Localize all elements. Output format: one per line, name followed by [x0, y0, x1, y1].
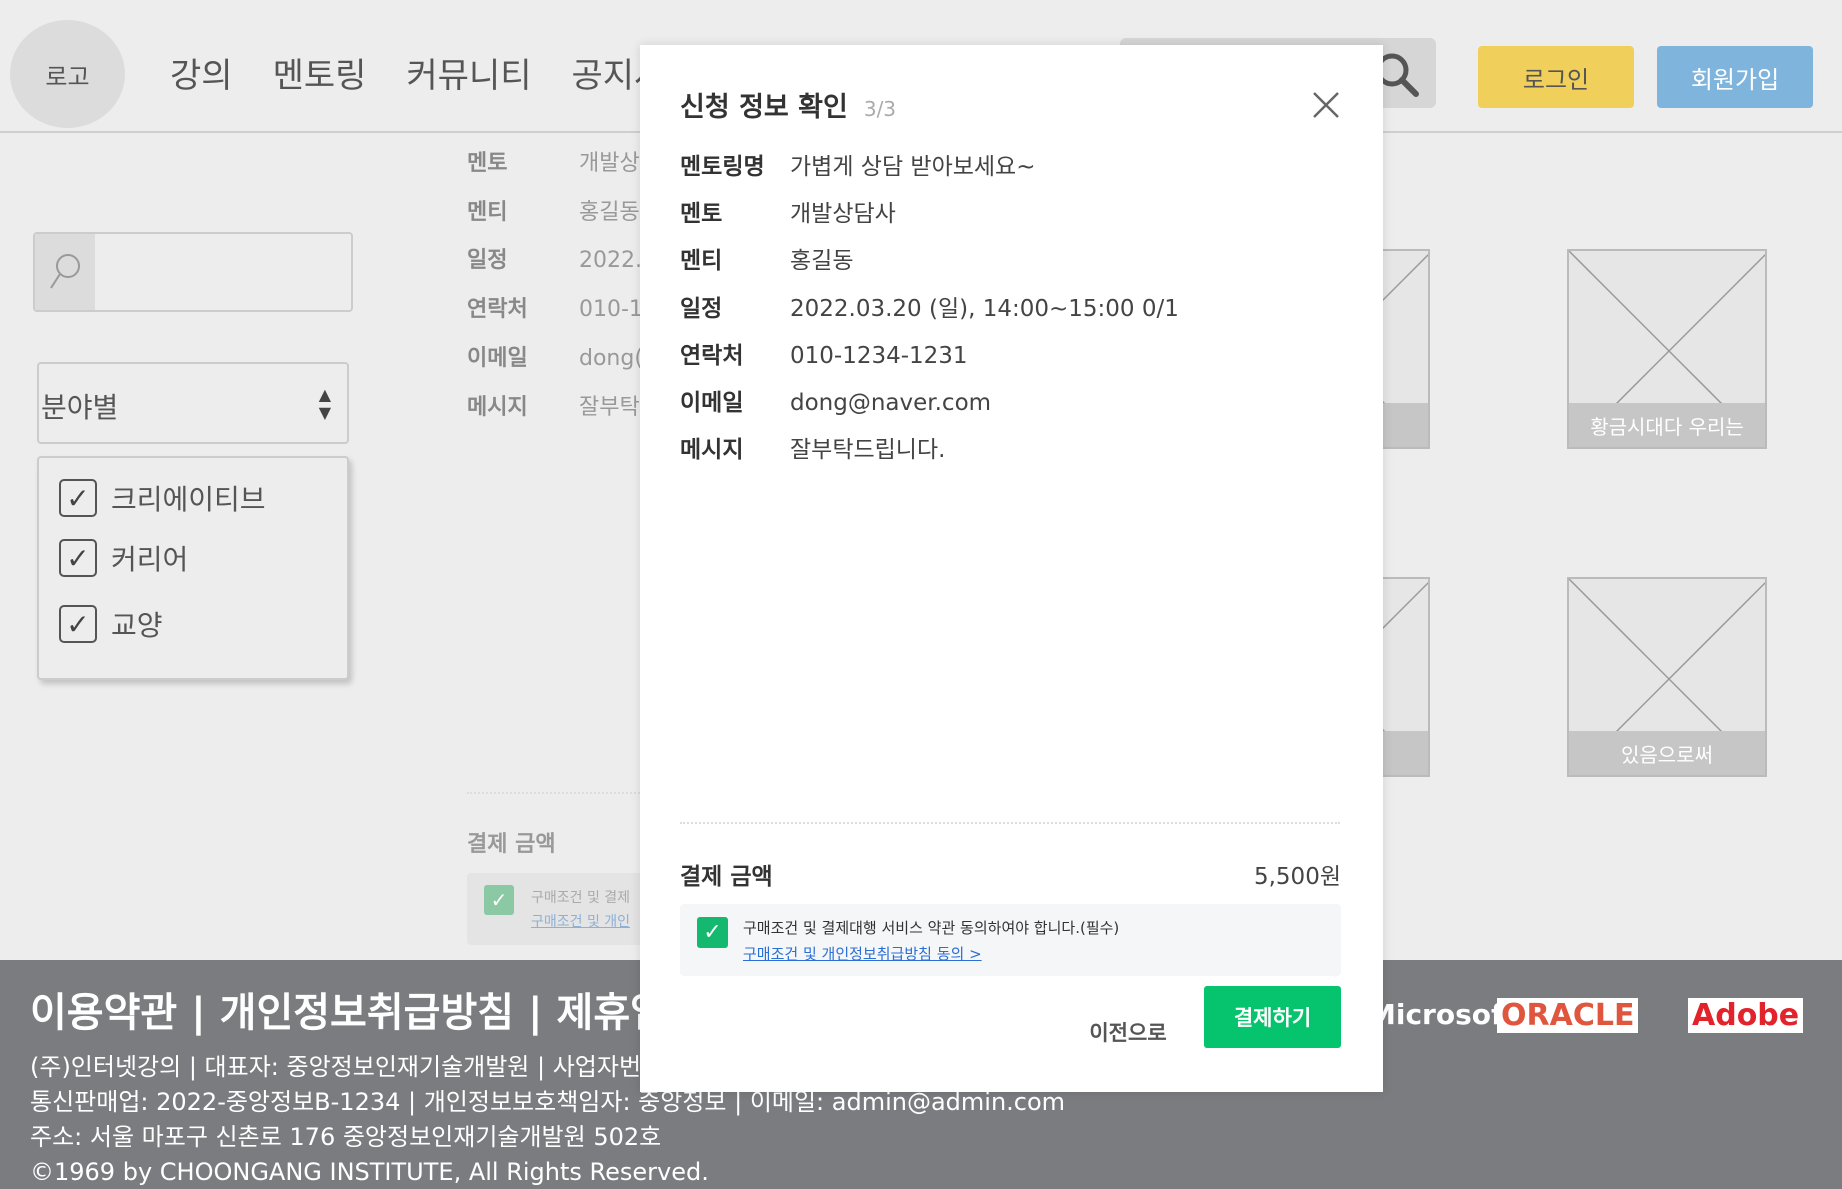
nav-item-community[interactable]: 커뮤니티 — [406, 48, 531, 97]
info-row-mentor: 멘토 개발상담사 — [680, 194, 896, 228]
bg-agree-link: 구매조건 및 개인 — [531, 914, 631, 930]
sidebar-search-input[interactable] — [33, 232, 353, 312]
info-row-contact: 연락처 010-1234-1231 — [680, 336, 968, 370]
bg-value: 홍길동 — [579, 200, 640, 225]
checkbox[interactable]: ✓ — [59, 605, 97, 643]
course-thumbnail[interactable]: 황금시대다 우리는 — [1567, 249, 1767, 449]
divider — [680, 822, 1340, 824]
filter-option-career[interactable]: ✓ 커리어 — [59, 538, 188, 578]
bg-row-schedule: 일정 2022.0 — [467, 242, 656, 274]
bg-value: dong( — [579, 346, 643, 371]
modal-title: 신청 정보 확인 3/3 — [680, 85, 896, 124]
bg-row-email: 이메일 dong( — [467, 340, 643, 372]
info-value: 가볍게 상담 받아보세요~ — [790, 154, 1036, 180]
modal-step-indicator: 3/3 — [863, 97, 897, 121]
prev-button[interactable]: 이전으로 — [1068, 1002, 1188, 1062]
nav-item-mentoring[interactable]: 멘토링 — [273, 48, 367, 97]
footer-info-line: ©1969 by CHOONGANG INSTITUTE, All Rights… — [30, 1158, 709, 1186]
course-thumbnail[interactable]: 있음으로써 — [1567, 577, 1767, 777]
filter-option-culture[interactable]: ✓ 교양 — [59, 604, 163, 644]
bg-payment-label: 결제 금액 — [467, 832, 556, 857]
info-row-email: 이메일 dong@naver.com — [680, 383, 991, 417]
application-confirm-modal: 신청 정보 확인 3/3 멘토링명 가볍게 상담 받아보세요~ 멘토 개발상담사 멘티… — [640, 45, 1383, 1092]
bg-value: 잘부탁 — [579, 395, 640, 420]
checkbox[interactable]: ✓ — [59, 479, 97, 517]
bg-value: 개발상 — [579, 151, 640, 176]
check-icon: ✓ — [484, 885, 514, 915]
bg-key: 이메일 — [467, 346, 528, 371]
bg-key: 멘티 — [467, 200, 508, 225]
terms-agree-link[interactable]: 구매조건 및 개인정보취급방침 동의 > — [743, 943, 982, 964]
divider — [467, 792, 667, 794]
category-filter-panel: ✓ 크리에이티브 ✓ 커리어 ✓ 교양 — [37, 456, 349, 680]
category-select-value: 분야별 — [41, 391, 119, 424]
bg-row-mentor: 멘토 개발상 — [467, 145, 640, 177]
info-value: 2022.03.20 (일), 14:00~15:00 0/1 — [790, 296, 1179, 322]
bg-agree-box: ✓ 구매조건 및 결제 구매조건 및 개인 — [467, 873, 667, 945]
nav-item-lecture[interactable]: 강의 — [170, 48, 233, 97]
bg-key: 일정 — [467, 248, 508, 273]
info-key: 일정 — [680, 296, 723, 322]
partner-logo-microsoft: Microsoft — [1368, 998, 1517, 1031]
info-row-mentee: 멘티 홍길동 — [680, 241, 853, 275]
updown-arrows-icon: ▲ ▼ — [318, 385, 331, 422]
close-icon[interactable] — [1308, 87, 1344, 123]
filter-option-label: 크리에이티브 — [111, 483, 266, 516]
sidebar-search-button[interactable] — [35, 234, 95, 310]
bg-row-message: 메시지 잘부탁 — [467, 389, 640, 421]
footer-links[interactable]: 이용약관 | 개인정보취급방침 | 제휴업체 — [30, 980, 704, 1038]
signup-button[interactable]: 회원가입 — [1657, 46, 1813, 108]
info-key: 멘티 — [680, 248, 723, 274]
info-value: 개발상담사 — [790, 201, 896, 227]
info-key: 이메일 — [680, 390, 744, 416]
payment-amount-label: 결제 금액 — [680, 864, 773, 890]
info-value: 010-1234-1231 — [790, 343, 968, 369]
thumbnail-caption: 있음으로써 — [1569, 731, 1765, 775]
terms-agree-box: ✓ 구매조건 및 결제대행 서비스 약관 동의하여야 합니다.(필수) 구매조건… — [680, 904, 1341, 976]
info-key: 멘토링명 — [680, 154, 765, 180]
info-value: 잘부탁드립니다. — [790, 437, 946, 463]
footer-info-line: 주소: 서울 마포구 신촌로 176 중앙정보인재기술개발원 502호 — [30, 1123, 662, 1151]
modal-title-text: 신청 정보 확인 — [680, 92, 848, 123]
bg-key: 멘토 — [467, 151, 508, 176]
info-row-schedule: 일정 2022.03.20 (일), 14:00~15:00 0/1 — [680, 289, 1179, 323]
thumbnail-caption: 황금시대다 우리는 — [1569, 403, 1765, 447]
partner-logo-adobe: Adobe — [1688, 998, 1804, 1033]
info-value: dong@naver.com — [790, 390, 992, 416]
info-key: 멘토 — [680, 201, 723, 227]
terms-agree-checkbox[interactable]: ✓ — [697, 917, 728, 948]
category-select[interactable]: 분야별 ▲ ▼ — [37, 362, 349, 444]
info-key: 연락처 — [680, 343, 744, 369]
terms-agree-text: 구매조건 및 결제대행 서비스 약관 동의하여야 합니다.(필수) — [743, 919, 1120, 937]
login-button[interactable]: 로그인 — [1478, 46, 1634, 108]
info-row-message: 메시지 잘부탁드립니다. — [680, 430, 945, 464]
filter-option-creative[interactable]: ✓ 크리에이티브 — [59, 478, 266, 518]
bg-row-contact: 연락처 010-12 — [467, 291, 657, 323]
bg-row-mentee: 멘티 홍길동 — [467, 194, 640, 226]
filter-option-label: 교양 — [111, 609, 163, 642]
search-icon — [50, 254, 80, 289]
info-key: 메시지 — [680, 437, 744, 463]
bg-key: 메시지 — [467, 395, 528, 420]
payment-amount-value: 5,500원 — [1253, 864, 1341, 890]
filter-option-label: 커리어 — [111, 543, 189, 576]
partner-logo-oracle: ORACLE — [1497, 998, 1639, 1033]
bg-agree-text: 구매조건 및 결제 — [531, 890, 631, 906]
pay-button[interactable]: 결제하기 — [1204, 986, 1341, 1048]
info-row-mentoring-name: 멘토링명 가볍게 상담 받아보세요~ — [680, 147, 1036, 181]
logo[interactable]: 로고 — [10, 20, 125, 128]
main-nav: 강의 멘토링 커뮤니티 공지사항 — [170, 48, 697, 97]
checkbox[interactable]: ✓ — [59, 539, 97, 577]
info-value: 홍길동 — [790, 248, 854, 274]
bg-key: 연락처 — [467, 297, 528, 322]
